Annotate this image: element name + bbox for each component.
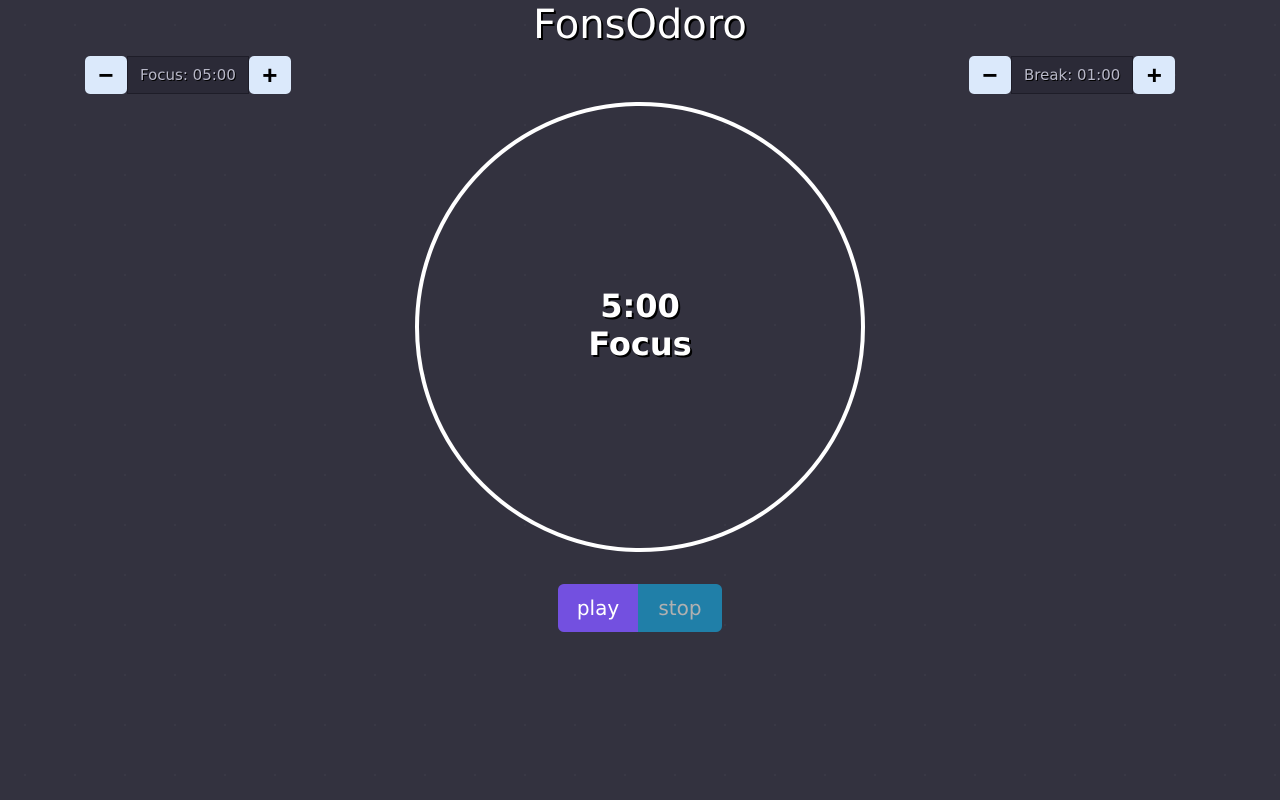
timer-mode: Focus <box>588 325 692 363</box>
break-control: − Break: 01:00 + <box>969 56 1176 94</box>
timer-controls: play stop <box>558 584 722 632</box>
timer-time: 5:00 <box>600 287 680 325</box>
break-decrease-button[interactable]: − <box>969 56 1011 94</box>
focus-increase-button[interactable]: + <box>248 56 291 94</box>
play-button[interactable]: play <box>558 584 638 632</box>
focus-control: − Focus: 05:00 + <box>85 56 291 94</box>
break-duration: Break: 01:00 <box>1011 56 1134 94</box>
timer-ring: 5:00 Focus <box>415 102 865 552</box>
focus-decrease-button[interactable]: − <box>85 56 127 94</box>
stop-button[interactable]: stop <box>638 584 722 632</box>
app-title: FonsOdoro <box>533 2 747 48</box>
focus-duration: Focus: 05:00 <box>127 56 249 94</box>
break-increase-button[interactable]: + <box>1133 56 1176 94</box>
